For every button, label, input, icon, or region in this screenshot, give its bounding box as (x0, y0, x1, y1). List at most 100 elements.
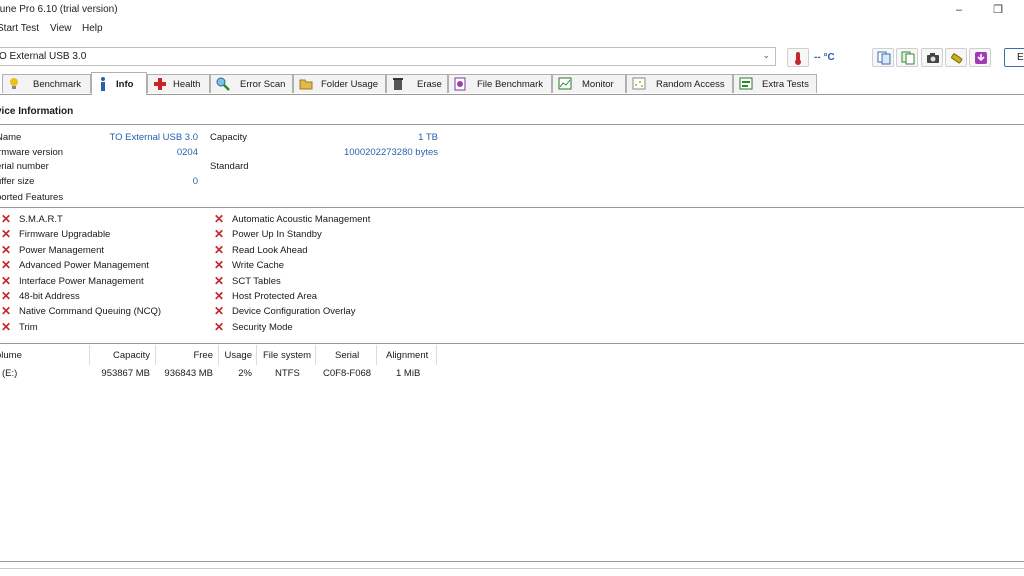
column-header-free[interactable]: Free (156, 350, 213, 361)
tab-extra-tests[interactable]: Extra Tests (733, 74, 817, 93)
feature-label: Security Mode (232, 321, 293, 333)
tab-benchmark-label: Benchmark (33, 79, 82, 90)
feature-label: Device Configuration Overlay (232, 306, 356, 318)
feature-label: Read Look Ahead (232, 244, 308, 256)
tab-info[interactable]: Info (91, 72, 147, 95)
feature-label: S.M.A.R.T (19, 214, 63, 225)
cross-icon: ✕ (214, 258, 225, 273)
cell-serial: C0F8-F068 (323, 368, 372, 379)
tab-monitor-label: Monitor (582, 79, 614, 90)
thermometer-icon (795, 52, 801, 65)
cross-icon: ✕ (214, 289, 225, 303)
tab-file-benchmark[interactable]: File Benchmark (448, 74, 552, 93)
copy-button[interactable] (872, 48, 894, 67)
options-icon (951, 53, 963, 64)
copy-all-icon (901, 51, 915, 65)
tab-benchmark[interactable]: Benchmark (2, 74, 91, 93)
cross-icon: ✕ (214, 304, 225, 319)
tab-bar: Benchmark Info Health Error Scan Folder … (0, 72, 1024, 95)
cross-icon: ✕ (1, 212, 12, 226)
tab-health[interactable]: Health (147, 74, 210, 93)
buffer-label: uffer size (0, 176, 35, 187)
feature-label: Power Management (19, 244, 105, 256)
device-info-heading: vice Information (0, 106, 74, 117)
chevron-down-icon: ⌄ (762, 50, 770, 60)
tab-extra-tests-label: Extra Tests (762, 79, 809, 90)
divider (0, 207, 1024, 208)
feature-label: Power Up In Standby (232, 229, 322, 241)
cell-capacity: 953867 MB (101, 368, 150, 379)
maximize-button[interactable]: ❐ (983, 2, 1013, 18)
feature-label: Host Protected Area (232, 291, 318, 302)
column-header-capacity[interactable]: Capacity (90, 350, 150, 361)
divider (0, 124, 1024, 125)
feature-label: Trim (19, 321, 38, 333)
cell-free: 936843 MB (164, 368, 213, 379)
temperature-button[interactable] (787, 48, 809, 67)
column-header-volume[interactable]: olume (0, 350, 22, 361)
cross-icon: ✕ (214, 227, 225, 242)
cell-file-system: NTFS (275, 368, 300, 379)
capacity-label: Capacity (210, 132, 247, 143)
column-header-usage[interactable]: Usage (219, 350, 252, 361)
random-access-icon (632, 77, 646, 90)
column-header-serial[interactable]: Serial (335, 350, 359, 361)
cross-icon: ✕ (1, 258, 12, 273)
status-bar-divider (0, 568, 1024, 569)
status-bar-divider (0, 561, 1024, 562)
tab-health-label: Health (173, 79, 201, 90)
cross-icon: ✕ (214, 212, 225, 226)
column-separator (315, 345, 316, 365)
tab-monitor[interactable]: Monitor (552, 74, 626, 93)
exit-button[interactable] (969, 48, 991, 67)
firmware-value: 0204 (176, 147, 198, 158)
cross-icon: ✕ (1, 242, 12, 257)
tab-random-access[interactable]: Random Access (626, 74, 733, 93)
tab-erase[interactable]: Erase (386, 74, 448, 93)
download-arrow-icon (975, 52, 987, 64)
feature-label: Write Cache (232, 260, 285, 272)
menu-view[interactable]: View (50, 23, 72, 34)
minimize-button[interactable]: – (944, 2, 974, 18)
firmware-label: irmware version (0, 147, 64, 158)
health-cross-icon (154, 78, 166, 90)
standard-label: Standard (210, 161, 249, 172)
cross-icon: ✕ (214, 319, 225, 334)
options-button[interactable] (945, 48, 967, 67)
tab-file-benchmark-label: File Benchmark (477, 79, 543, 90)
tab-info-label: Info (116, 79, 134, 90)
cross-icon: ✕ (1, 319, 12, 334)
column-separator (256, 345, 257, 365)
column-header-alignment[interactable]: Alignment (386, 350, 428, 361)
feature-label: Advanced Power Management (19, 260, 149, 272)
menu-start-test[interactable]: Start Test (0, 23, 39, 34)
column-separator (376, 345, 377, 365)
menu-bar: Start Test View Help (0, 21, 1024, 37)
cross-icon: ✕ (1, 227, 12, 242)
cell-volume: • (E:) (0, 368, 18, 379)
tab-folder-usage-label: Folder Usage (321, 79, 379, 90)
trash-icon (393, 78, 403, 90)
copy-all-button[interactable] (896, 48, 918, 67)
info-icon (101, 77, 105, 91)
feature-label: Firmware Upgradable (19, 229, 111, 241)
cell-usage: 2% (238, 368, 252, 379)
tab-error-scan[interactable]: Error Scan (210, 74, 293, 93)
edge-button-label: E (1017, 52, 1024, 63)
tab-folder-usage[interactable]: Folder Usage (293, 74, 386, 93)
temperature-readout: -- °C (814, 52, 835, 63)
window-title: Tune Pro 6.10 (trial version) (0, 4, 118, 15)
serial-label: erial number (0, 161, 49, 172)
title-bar: Tune Pro 6.10 (trial version) – ❐ (0, 0, 1024, 20)
screenshot-button[interactable] (921, 48, 943, 67)
edge-button[interactable]: E (1004, 48, 1024, 67)
drive-select[interactable]: O External USB 3.0 ⌄ (0, 47, 776, 66)
menu-help[interactable]: Help (82, 23, 103, 34)
name-value: TO External USB 3.0 (109, 132, 198, 143)
column-header-file-system[interactable]: File system (263, 350, 311, 361)
file-benchmark-icon (454, 77, 466, 91)
tab-erase-label: Erase (417, 79, 442, 90)
camera-icon (927, 53, 939, 63)
cell-alignment: 1 MiB (396, 368, 421, 379)
divider (0, 343, 1024, 344)
